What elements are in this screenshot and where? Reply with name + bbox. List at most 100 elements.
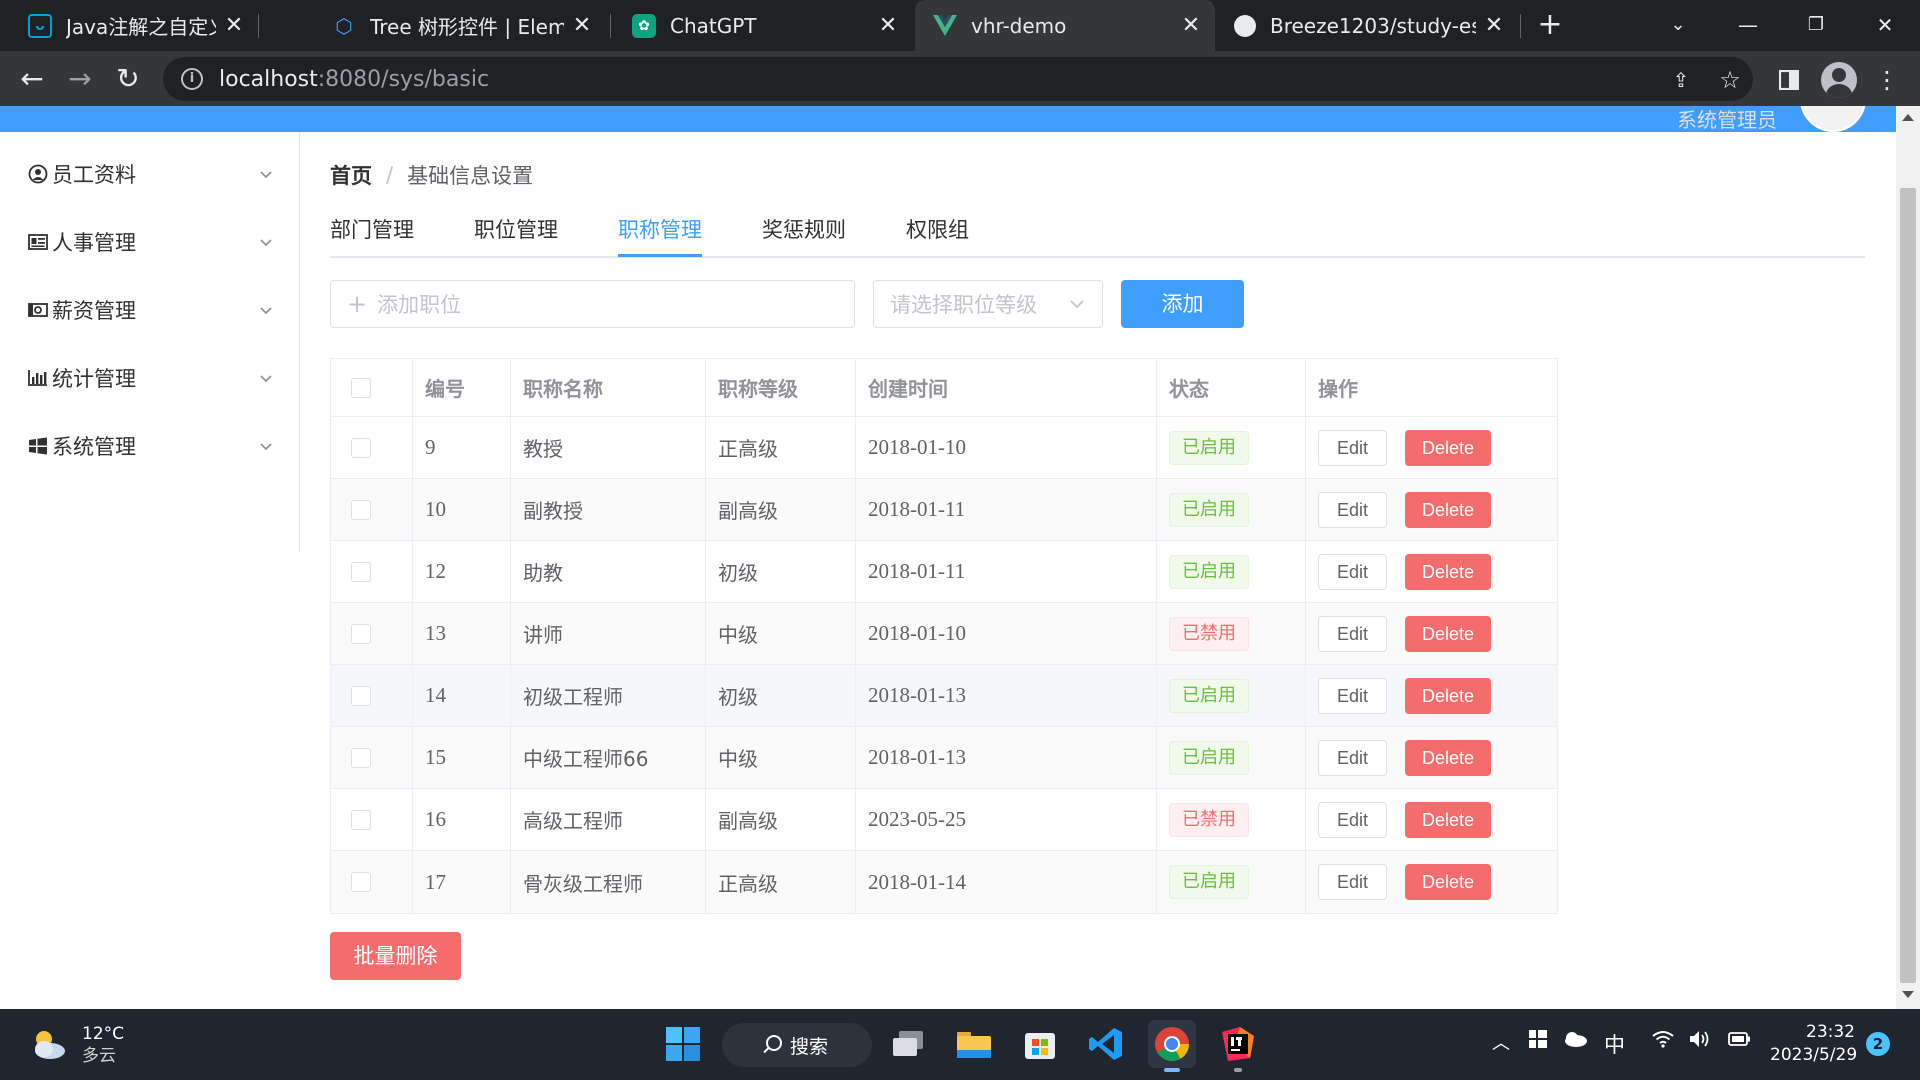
money-icon <box>28 300 50 320</box>
share-icon[interactable]: ⇪ <box>1664 63 1698 97</box>
microsoft-store-button[interactable] <box>1016 1020 1064 1068</box>
edit-button[interactable]: Edit <box>1318 739 1388 776</box>
delete-button[interactable]: Delete <box>1405 429 1492 466</box>
sidebar-item-statistics[interactable]: 统计管理 <box>28 358 273 398</box>
site-info-icon[interactable]: i <box>181 68 203 90</box>
close-tab-icon[interactable]: ✕ <box>1484 13 1504 38</box>
close-window-button[interactable]: ✕ <box>1865 8 1905 42</box>
sidebar-item-salary[interactable]: 薪资管理 <box>28 290 273 330</box>
scrollbar-thumb[interactable] <box>1900 188 1916 983</box>
add-button[interactable]: 添加 <box>1121 280 1244 328</box>
delete-button[interactable]: Delete <box>1405 801 1492 838</box>
delete-button[interactable]: Delete <box>1405 739 1492 776</box>
row-checkbox[interactable] <box>351 623 371 644</box>
row-checkbox[interactable] <box>351 872 371 892</box>
name-cell: 教授 <box>510 417 705 478</box>
forward-button[interactable]: → <box>62 61 98 97</box>
tab-job-title[interactable]: 职称管理 <box>618 214 702 244</box>
close-tab-icon[interactable]: ✕ <box>878 13 898 38</box>
sidebar-item-employee[interactable]: 员工资料 <box>28 154 273 194</box>
row-checkbox[interactable] <box>351 499 371 520</box>
delete-button[interactable]: Delete <box>1405 864 1492 900</box>
new-tab-button[interactable]: + <box>1535 8 1565 42</box>
select-all-checkbox[interactable] <box>351 377 371 398</box>
tab-position[interactable]: 职位管理 <box>474 214 558 244</box>
batch-delete-button[interactable]: 批量删除 <box>330 932 461 980</box>
battery-icon[interactable] <box>1726 1029 1752 1053</box>
browser-tab[interactable]: Breeze1203/study-essay ✕ <box>1218 0 1518 51</box>
delete-button[interactable]: Delete <box>1405 553 1492 590</box>
volume-icon[interactable] <box>1688 1029 1712 1054</box>
profile-avatar-icon[interactable] <box>1821 62 1857 98</box>
show-hidden-icons[interactable]: ︿ <box>1492 1029 1510 1055</box>
edit-button[interactable]: Edit <box>1318 429 1388 466</box>
breadcrumb-home[interactable]: 首页 <box>330 160 372 190</box>
browser-tab[interactable]: ✿ ChatGPT ✕ <box>620 0 912 51</box>
row-select-cell <box>331 665 412 726</box>
intellij-button[interactable] <box>1214 1020 1262 1072</box>
edit-button[interactable]: Edit <box>1318 864 1388 900</box>
scroll-down-icon[interactable] <box>1902 991 1914 998</box>
browser-tab[interactable]: ᴗ Java注解之自定义注解实现 ✕ <box>0 0 258 51</box>
browser-tab-active[interactable]: vhr-demo ✕ <box>915 0 1215 51</box>
tab-reward-rules[interactable]: 奖惩规则 <box>762 214 846 244</box>
status-badge: 已启用 <box>1169 865 1249 899</box>
scroll-up-icon[interactable] <box>1902 114 1914 121</box>
system-clock[interactable]: 23:32 2023/5/29 <box>1770 1021 1857 1067</box>
tab-permission-group[interactable]: 权限组 <box>906 214 969 244</box>
row-checkbox[interactable] <box>351 747 371 768</box>
user-name[interactable]: 系统管理员 <box>1677 106 1777 132</box>
user-avatar[interactable] <box>1800 106 1866 132</box>
row-checkbox[interactable] <box>351 809 371 830</box>
start-button[interactable] <box>659 1020 707 1068</box>
edit-button[interactable]: Edit <box>1318 677 1388 714</box>
bookmark-star-icon[interactable]: ☆ <box>1713 63 1747 97</box>
browser-tab[interactable]: ⬡ Tree 树形控件 | Element ✕ <box>306 0 606 51</box>
weather-condition: 多云 <box>82 1046 116 1066</box>
tab-department[interactable]: 部门管理 <box>330 214 414 244</box>
onedrive-icon[interactable] <box>1562 1029 1588 1053</box>
row-checkbox[interactable] <box>351 437 371 458</box>
wifi-icon[interactable] <box>1652 1029 1674 1053</box>
close-tab-icon[interactable]: ✕ <box>1181 13 1201 38</box>
name-cell: 副教授 <box>510 479 705 540</box>
sidebar-item-personnel[interactable]: 人事管理 <box>28 222 273 262</box>
edit-button[interactable]: Edit <box>1318 801 1388 838</box>
notification-badge[interactable]: 2 <box>1866 1032 1890 1056</box>
close-tab-icon[interactable]: ✕ <box>572 13 592 38</box>
status-cell: 已启用 <box>1156 851 1305 913</box>
taskbar-search[interactable]: 搜索 <box>722 1023 872 1067</box>
page-scrollbar[interactable] <box>1896 106 1920 1009</box>
level-select[interactable]: 请选择职位等级 <box>873 280 1103 328</box>
actions-cell: Edit Delete <box>1305 541 1557 602</box>
chrome-button[interactable] <box>1148 1020 1196 1072</box>
delete-button[interactable]: Delete <box>1405 615 1492 652</box>
weather-widget[interactable]: 12°C 多云 <box>28 1023 124 1067</box>
actions-cell: Edit Delete <box>1305 727 1557 788</box>
add-title-input[interactable]: + 添加职位 <box>330 280 855 328</box>
edit-button[interactable]: Edit <box>1318 553 1388 590</box>
file-explorer-button[interactable] <box>950 1020 998 1068</box>
minimize-button[interactable]: — <box>1728 8 1768 42</box>
address-bar[interactable]: i localhost:8080/sys/basic <box>163 57 1753 101</box>
tab-search-button[interactable]: ⌄ <box>1658 8 1698 42</box>
more-menu-icon[interactable]: ⋮ <box>1870 63 1904 97</box>
back-button[interactable]: ← <box>14 61 50 97</box>
close-tab-icon[interactable]: ✕ <box>224 13 244 38</box>
reload-button[interactable]: ↻ <box>110 61 146 97</box>
restore-button[interactable]: ❐ <box>1796 8 1836 42</box>
row-checkbox[interactable] <box>351 685 371 706</box>
delete-button[interactable]: Delete <box>1405 491 1492 528</box>
header-cell: 职称等级 <box>705 359 855 416</box>
side-panel-icon[interactable] <box>1772 63 1806 97</box>
edit-button[interactable]: Edit <box>1318 491 1388 528</box>
windows-icon <box>28 436 50 456</box>
ime-indicator[interactable]: 中 <box>1604 1029 1625 1059</box>
edit-button[interactable]: Edit <box>1318 615 1388 652</box>
delete-button[interactable]: Delete <box>1405 677 1492 714</box>
sidebar-item-system[interactable]: 系统管理 <box>28 426 273 466</box>
app-tray-icon[interactable] <box>1528 1029 1548 1054</box>
vscode-button[interactable] <box>1082 1020 1130 1068</box>
task-view-button[interactable] <box>884 1020 932 1068</box>
row-checkbox[interactable] <box>351 561 371 582</box>
